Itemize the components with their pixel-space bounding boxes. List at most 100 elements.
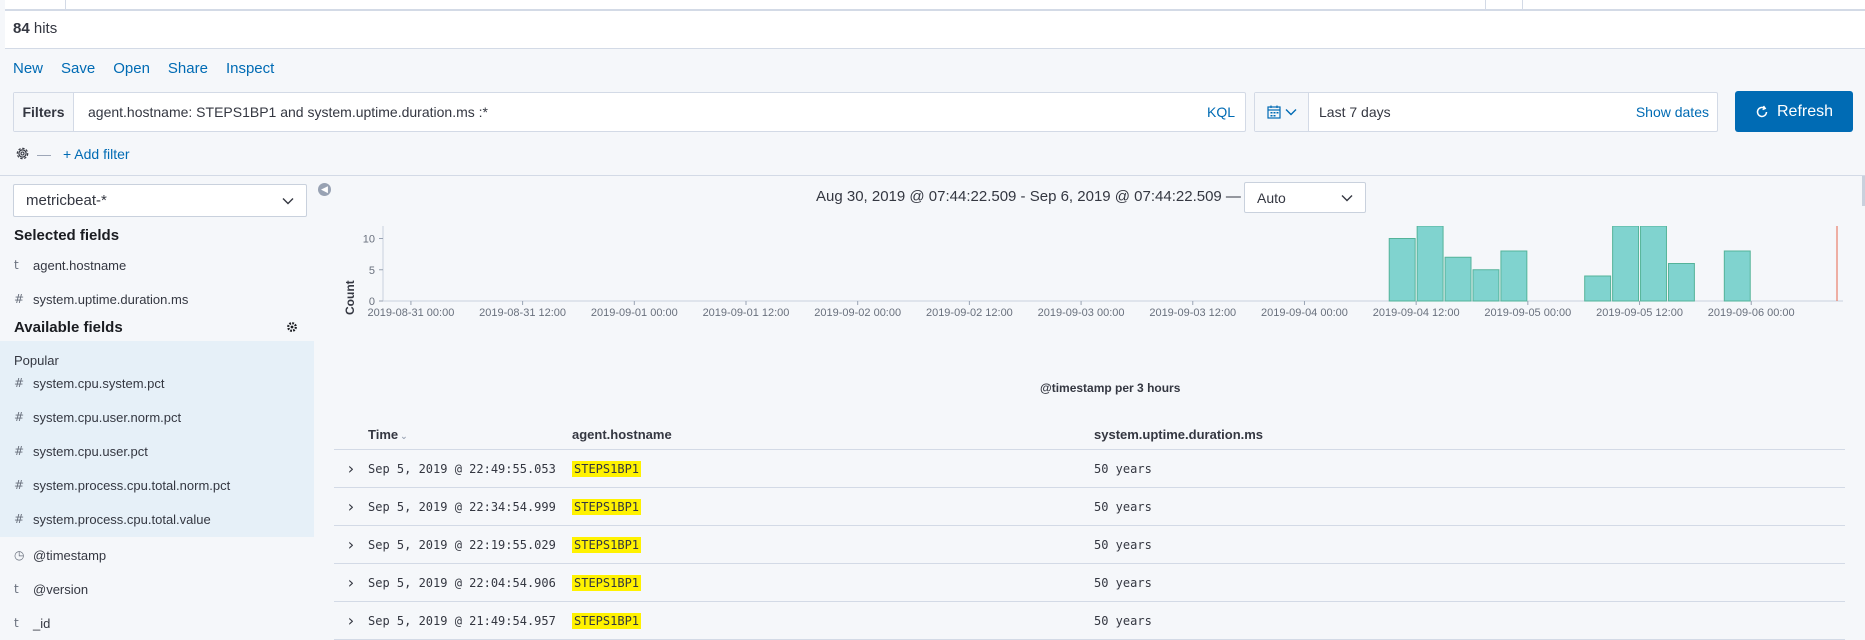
table-row: › Sep 5, 2019 @ 22:49:55.053 STEPS1BP1 50 y… — [334, 450, 1845, 488]
top-menu: New Save Open Share Inspect — [13, 60, 274, 77]
field-item[interactable]: ◷ @timestamp — [0, 538, 314, 572]
field-item[interactable]: # system.process.cpu.total.value — [0, 502, 314, 536]
field-item[interactable]: t @version — [0, 572, 314, 606]
selected-fields-heading: Selected fields — [14, 227, 120, 244]
gear-icon[interactable] — [286, 321, 298, 333]
chevron-right-icon: › — [347, 459, 355, 478]
table-row: › Sep 5, 2019 @ 22:04:54.906 STEPS1BP1 50 y… — [334, 564, 1845, 602]
field-sidebar: metricbeat-* Selected fields t agent.hos… — [0, 176, 314, 633]
cell-hostname: STEPS1BP1 — [572, 536, 1094, 553]
field-name: system.process.cpu.total.value — [33, 511, 211, 527]
hits-count: 84 hits — [5, 11, 1865, 49]
chevron-right-icon: › — [347, 497, 355, 516]
expand-row-button[interactable]: › — [334, 573, 368, 592]
x-tick-label: 2019-08-31 12:00 — [479, 307, 566, 319]
field-item[interactable]: # system.cpu.system.pct — [0, 366, 314, 400]
cell-hostname: STEPS1BP1 — [572, 498, 1094, 515]
index-pattern-select[interactable]: metricbeat-* — [13, 184, 307, 217]
cell-uptime: 50 years — [1094, 499, 1152, 514]
histogram-bar — [1640, 226, 1667, 302]
hits-number: 84 — [13, 20, 30, 37]
field-name: _id — [33, 615, 51, 631]
field-item[interactable]: # system.cpu.user.pct — [0, 434, 314, 468]
date-range-text[interactable]: Last 7 days — [1309, 104, 1636, 120]
cell-hostname: STEPS1BP1 — [572, 460, 1094, 477]
add-filter-button[interactable]: + Add filter — [63, 146, 130, 162]
histogram-bar — [1416, 226, 1444, 302]
expand-row-button[interactable]: › — [334, 535, 368, 554]
histogram-bar — [1723, 250, 1751, 302]
cell-uptime: 50 years — [1094, 537, 1152, 552]
y-axis-label: Count — [343, 280, 357, 315]
histogram-bar — [1444, 256, 1472, 302]
quick-menu-button[interactable] — [1255, 93, 1309, 131]
number-type-icon: # — [14, 512, 25, 526]
chevron-right-icon: › — [347, 573, 355, 592]
field-name: system.uptime.duration.ms — [33, 291, 189, 307]
open-button[interactable]: Open — [113, 60, 150, 77]
x-tick-label: 2019-08-31 00:00 — [367, 307, 454, 319]
separator-dash: — — [37, 145, 51, 162]
hits-label: hits — [33, 20, 58, 37]
histogram-chart: 05102019-08-31 00:00 2019-08-31 12:00 2019… — [363, 226, 1843, 319]
field-name: agent.hostname — [33, 257, 127, 273]
column-header-hostname[interactable]: agent.hostname — [572, 427, 1094, 442]
sort-icon[interactable]: ⌄ — [400, 431, 408, 441]
new-button[interactable]: New — [13, 60, 43, 77]
cell-hostname: STEPS1BP1 — [572, 612, 1094, 629]
cell-time: Sep 5, 2019 @ 21:49:54.957 — [368, 613, 556, 628]
inspect-button[interactable]: Inspect — [226, 60, 274, 77]
expand-row-button[interactable]: › — [334, 611, 368, 630]
cell-hostname: STEPS1BP1 — [572, 574, 1094, 591]
histogram-bar — [1472, 269, 1500, 302]
refresh-button[interactable]: Refresh — [1735, 91, 1853, 132]
field-name: system.cpu.user.pct — [33, 443, 148, 459]
kql-toggle[interactable]: KQL — [1207, 104, 1245, 120]
string-type-icon: t — [14, 258, 19, 272]
field-item[interactable]: t _id — [0, 606, 314, 640]
expand-row-button[interactable]: › — [334, 459, 368, 478]
column-header-uptime[interactable]: system.uptime.duration.ms — [1094, 427, 1845, 442]
query-input[interactable]: agent.hostname: STEPS1BP1 and system.upt… — [74, 104, 1207, 120]
histogram-bar — [1584, 275, 1612, 302]
filter-row: — + Add filter — [14, 145, 130, 162]
x-tick-label: 2019-09-01 00:00 — [591, 307, 678, 319]
cell-uptime: 50 years — [1094, 575, 1152, 590]
field-item[interactable]: t agent.hostname — [0, 248, 314, 282]
field-name: @timestamp — [33, 547, 107, 563]
field-item[interactable]: # system.cpu.user.norm.pct — [0, 400, 314, 434]
table-row: › Sep 5, 2019 @ 22:34:54.999 STEPS1BP1 50 y… — [334, 488, 1845, 526]
number-type-icon: # — [14, 376, 25, 390]
x-tick-label: 2019-09-06 00:00 — [1708, 307, 1795, 319]
string-type-icon: t — [14, 582, 19, 596]
table-header: Time ⌄ agent.hostname system.uptime.durat… — [334, 420, 1845, 450]
clock-type-icon: ◷ — [14, 548, 25, 562]
column-header-time[interactable]: Time ⌄ — [368, 427, 572, 442]
collapse-sidebar-button[interactable]: ◀ — [318, 183, 331, 196]
number-type-icon: # — [14, 410, 25, 424]
query-bar: Filters agent.hostname: STEPS1BP1 and sy… — [13, 92, 1246, 132]
date-picker: Last 7 days Show dates — [1254, 92, 1718, 132]
documents-table: Time ⌄ agent.hostname system.uptime.durat… — [334, 420, 1845, 640]
interval-select[interactable]: Auto — [1244, 182, 1366, 213]
time-range-label: Aug 30, 2019 @ 07:44:22.509 - Sep 6, 201… — [816, 188, 1241, 205]
x-tick-label: 2019-09-01 12:00 — [703, 307, 790, 319]
gear-icon[interactable] — [14, 145, 31, 162]
cell-time: Sep 5, 2019 @ 22:34:54.999 — [368, 499, 556, 514]
field-name: @version — [33, 581, 89, 597]
field-item[interactable]: # system.process.cpu.total.norm.pct — [0, 468, 314, 502]
show-dates-link[interactable]: Show dates — [1636, 104, 1717, 120]
save-button[interactable]: Save — [61, 60, 95, 77]
field-item[interactable]: # system.uptime.duration.ms — [0, 282, 314, 316]
y-tick-label: 10 — [363, 234, 375, 246]
index-pattern-value: metricbeat-* — [26, 192, 107, 209]
highlighted-term: STEPS1BP1 — [572, 460, 642, 477]
x-tick-label: 2019-09-03 12:00 — [1149, 307, 1236, 319]
cell-time: Sep 5, 2019 @ 22:49:55.053 — [368, 461, 556, 476]
histogram-bar — [1612, 226, 1640, 302]
highlighted-term: STEPS1BP1 — [572, 574, 642, 591]
column-header-label: Time — [368, 427, 399, 442]
share-button[interactable]: Share — [168, 60, 208, 77]
expand-row-button[interactable]: › — [334, 497, 368, 516]
table-row: › Sep 5, 2019 @ 21:49:54.957 STEPS1BP1 50 y… — [334, 602, 1845, 640]
